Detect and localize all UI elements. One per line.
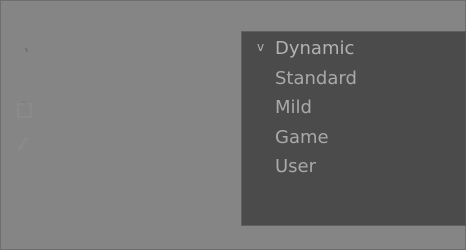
brush-icon[interactable]: [15, 39, 35, 59]
picture-mode-menu: v Dynamic Standard Mild Game User: [242, 34, 466, 182]
menu-item-label: User: [275, 156, 317, 177]
menu-item-label: Standard: [275, 67, 357, 89]
menu-item-user[interactable]: User: [242, 152, 466, 182]
menu-item-label: Game: [275, 126, 329, 148]
menu-item-label: Dynamic: [275, 38, 355, 59]
menu-item-dynamic[interactable]: v Dynamic: [242, 34, 466, 64]
screen-frame: v Dynamic Standard Mild Game User: [0, 0, 466, 250]
picture-mode-dropdown[interactable]: v Dynamic Standard Mild Game User: [242, 32, 466, 225]
menu-item-mild[interactable]: Mild: [242, 93, 466, 123]
checkmark-icon: v: [257, 40, 265, 54]
menu-item-game[interactable]: Game: [242, 123, 466, 153]
document-icon[interactable]: [15, 99, 35, 119]
pen-icon[interactable]: [15, 134, 35, 154]
menu-item-standard[interactable]: Standard: [242, 64, 466, 94]
menu-item-label: Mild: [275, 97, 312, 118]
